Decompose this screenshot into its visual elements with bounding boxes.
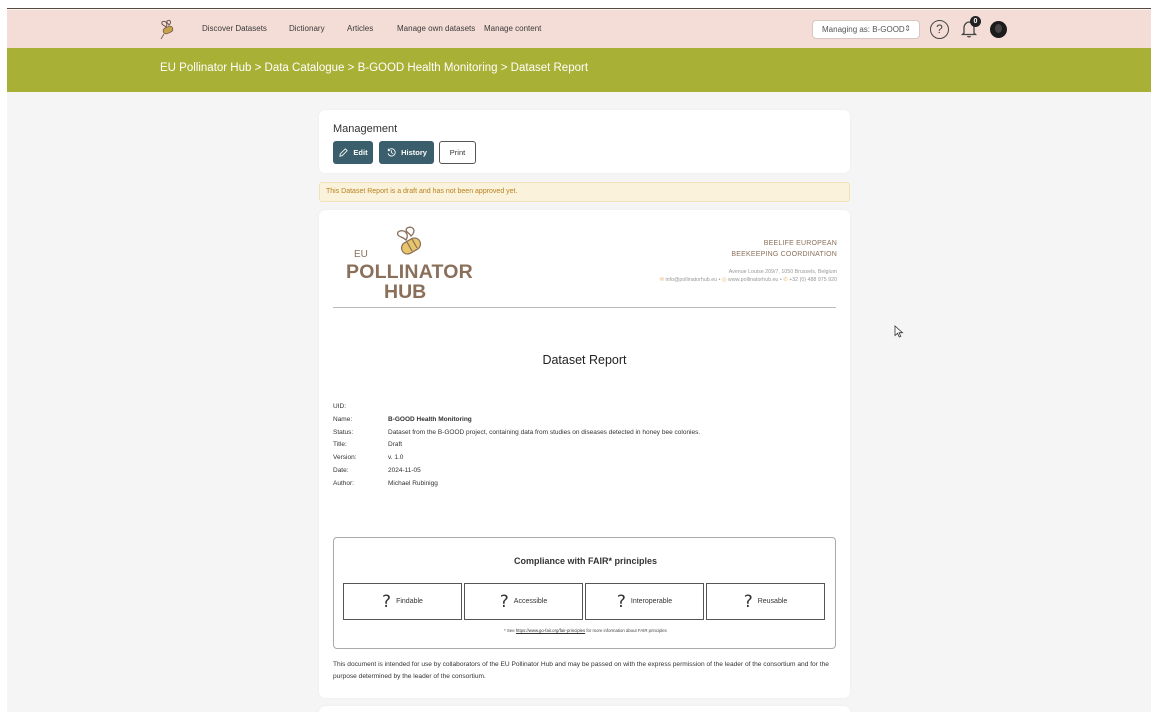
meta-key: Date: (333, 466, 349, 474)
nav-dictionary[interactable]: Dictionary (289, 24, 325, 33)
breadcrumb-item-current: Dataset Report (510, 62, 589, 74)
fair-item-accessible: ? Accessible (464, 583, 583, 620)
mail-icon: ✉ (659, 277, 664, 283)
mouse-cursor-icon (894, 325, 904, 338)
select-caret-icon: ⇕ (904, 24, 911, 33)
history-icon (387, 148, 396, 157)
draft-alert: This Dataset Report is a draft and has n… (319, 182, 850, 202)
edit-button[interactable]: Edit (333, 141, 373, 164)
fair-note-suffix: for more information about FAIR principl… (586, 628, 667, 633)
help-icon[interactable]: ? (930, 20, 949, 39)
breadcrumb: EU Pollinator Hub > Data Catalogue > B-G… (160, 62, 588, 74)
management-title: Management (333, 123, 398, 135)
org-website: www.pollinatorhub.eu (728, 277, 779, 283)
managing-as-value: Managing as: B-GOOD (822, 25, 905, 34)
fair-principles-link[interactable]: https://www.go-fair.org/fair-principles (516, 628, 585, 633)
fair-item-findable: ? Findable (343, 583, 462, 620)
header-divider (333, 307, 836, 308)
fair-item-label: Interoperable (630, 598, 673, 605)
fair-item-reusable: ? Reusable (706, 583, 825, 620)
managing-as-select[interactable]: Managing as: B-GOOD ⇕ (812, 20, 920, 39)
nav-manage-content[interactable]: Manage content (484, 24, 541, 33)
report-title: Dataset Report (542, 353, 627, 367)
logo-eu-text: EU (354, 249, 368, 260)
edit-button-label: Edit (353, 148, 368, 157)
breadcrumb-separator: > (500, 62, 508, 74)
fair-compliance-box: Compliance with FAIR* principles ? Finda… (333, 537, 836, 649)
meta-value: B-GOOD Health Monitoring (388, 415, 472, 423)
next-card (319, 706, 850, 712)
breadcrumb-bar: EU Pollinator Hub > Data Catalogue > B-G… (7, 48, 1151, 92)
globe-icon: ◎ (721, 277, 727, 283)
phone-icon: ✆ (783, 277, 788, 283)
question-mark-icon: ? (743, 591, 753, 612)
org-email: info@pollinatorhub.eu (665, 277, 718, 283)
fair-item-label: Accessible (513, 598, 548, 605)
top-navbar: Discover Datasets Dictionary Articles Ma… (7, 10, 1151, 48)
fair-item-label: Reusable (757, 598, 788, 605)
fair-title: Compliance with FAIR* principles (513, 556, 658, 566)
report-disclaimer: This document is intended for use by col… (333, 661, 829, 680)
meta-value: 2024-11-05 (388, 466, 421, 474)
notification-count-badge: 0 (970, 16, 981, 27)
question-mark-icon: ? (616, 591, 626, 612)
breadcrumb-item-home[interactable]: EU Pollinator Hub (160, 62, 251, 74)
fair-note-prefix: * See (504, 628, 515, 633)
print-button[interactable]: Print (439, 141, 476, 164)
nav-articles[interactable]: Articles (347, 24, 373, 33)
user-avatar[interactable] (990, 21, 1007, 38)
breadcrumb-item-dataset[interactable]: B-GOOD Health Monitoring (358, 62, 498, 74)
org-name-line1: BEELIFE EUROPEAN (763, 240, 837, 247)
history-button-label: History (401, 148, 427, 157)
eu-pollinator-hub-logo: EU POLLINATOR HUB (346, 224, 473, 303)
meta-key: Status: (333, 428, 354, 436)
meta-key: Title: (333, 441, 347, 449)
fair-footnote: * See https://www.go-fair.org/fair-princ… (334, 628, 837, 633)
meta-value: Dataset from the B-GOOD project, contain… (388, 428, 701, 436)
meta-key: UID: (333, 403, 346, 410)
meta-value: Draft (388, 441, 403, 449)
history-button[interactable]: History (379, 141, 434, 164)
question-mark-icon: ? (499, 591, 509, 612)
org-address: Avenue Louise 209/7, 1050 Brussels, Belg… (728, 269, 837, 275)
app-viewport: Discover Datasets Dictionary Articles Ma… (7, 9, 1151, 712)
print-button-label: Print (449, 148, 466, 157)
meta-key: Version: (333, 454, 357, 462)
fair-item-interoperable: ? Interoperable (585, 583, 704, 620)
meta-value: Michael Rubinigg (388, 479, 438, 487)
nav-discover-datasets[interactable]: Discover Datasets (202, 24, 267, 33)
dataset-report-card: EU POLLINATOR HUB BEELIFE EUROPEAN BEEKE… (319, 210, 850, 698)
pollinator-hub-logo-icon[interactable] (158, 18, 176, 40)
pencil-icon (339, 148, 349, 157)
breadcrumb-separator: > (347, 62, 355, 74)
org-name-line2: BEEKEEPING COORDINATION (731, 251, 837, 258)
org-phone: +32 (0) 488 975 920 (789, 277, 837, 283)
nav-manage-own-datasets[interactable]: Manage own datasets (397, 24, 475, 33)
meta-key: Name: (333, 415, 353, 423)
breadcrumb-separator: > (254, 62, 262, 74)
management-card: Management Edit History Print (319, 110, 850, 173)
meta-key: Author: (333, 479, 354, 487)
fair-item-label: Findable (396, 598, 423, 605)
organization-block: BEELIFE EUROPEAN BEEKEEPING COORDINATION… (660, 238, 837, 283)
breadcrumb-item-data-catalogue[interactable]: Data Catalogue (265, 62, 345, 74)
meta-value: v. 1.0 (388, 454, 404, 462)
logo-hub-text: HUB (384, 281, 427, 303)
question-mark-icon: ? (382, 591, 392, 612)
bee-logo-icon (396, 226, 422, 255)
org-contact-line: ✉ info@pollinatorhub.eu • ◎ www.pollinat… (659, 277, 837, 283)
